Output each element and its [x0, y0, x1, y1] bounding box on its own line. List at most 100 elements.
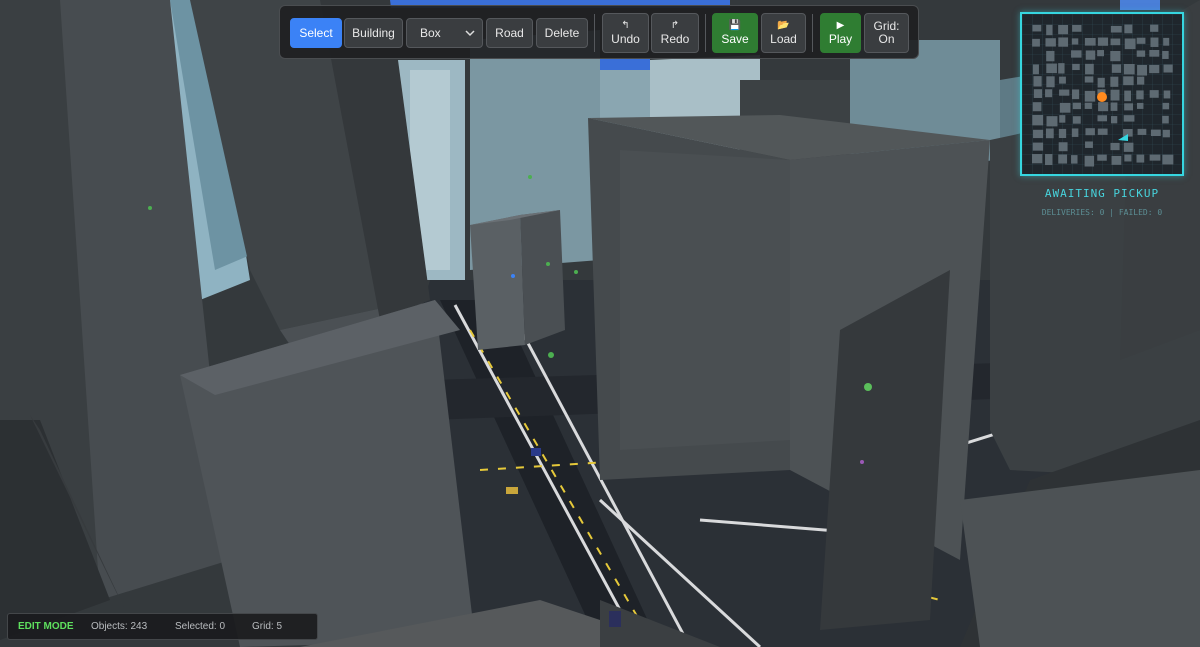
- redo-label: Redo: [660, 32, 690, 46]
- minimap-building: [1032, 102, 1042, 112]
- save-label: Save: [721, 32, 749, 46]
- play-button[interactable]: ▶ Play: [820, 13, 861, 53]
- minimap-building: [1097, 154, 1107, 161]
- floppy-disk-icon: 💾: [728, 20, 742, 31]
- minimap-building: [1085, 63, 1094, 75]
- minimap-building: [1137, 64, 1148, 76]
- minimap-building: [1163, 90, 1171, 99]
- minimap-building: [1163, 37, 1170, 46]
- minimap-building: [1084, 102, 1092, 109]
- delivery-counts: DELIVERIES: 0 | FAILED: 0: [1041, 208, 1163, 217]
- delivery-status-title: AWAITING PICKUP: [1044, 187, 1160, 200]
- minimap-building: [1110, 25, 1122, 33]
- minimap-building: [1032, 38, 1040, 47]
- minimap-building: [1046, 24, 1053, 36]
- minimap[interactable]: [1020, 12, 1184, 176]
- select-tool-button[interactable]: Select: [290, 18, 342, 48]
- minimap-building: [1110, 102, 1118, 111]
- grid-size: Grid: 5: [252, 621, 283, 632]
- minimap-building: [1110, 89, 1120, 101]
- minimap-building: [1032, 64, 1039, 75]
- minimap-building: [1046, 76, 1055, 88]
- minimap-building: [1123, 63, 1135, 75]
- minimap-building: [1111, 155, 1122, 165]
- redo-button[interactable]: ↱ Redo: [651, 13, 699, 53]
- minimap-building: [1072, 24, 1082, 32]
- minimap-building: [1136, 102, 1144, 109]
- minimap-building: [1058, 142, 1068, 152]
- selected-count: Selected: 0: [175, 621, 226, 632]
- minimap-building: [1046, 116, 1058, 127]
- minimap-building: [1059, 115, 1066, 123]
- minimap-building: [1150, 129, 1161, 137]
- pickup-marker-icon: [1097, 92, 1107, 102]
- minimap-building: [1045, 89, 1053, 98]
- minimap-building: [1071, 38, 1079, 45]
- minimap-building: [1136, 154, 1145, 163]
- minimap-building: [1162, 154, 1174, 165]
- minimap-building: [1124, 103, 1134, 111]
- minimap-building: [1123, 142, 1134, 152]
- minimap-building: [1097, 50, 1105, 57]
- minimap-building: [1045, 128, 1054, 139]
- minimap-building: [1162, 129, 1170, 138]
- editor-status-bar: EDIT MODE Objects: 243 Selected: 0 Grid:…: [7, 613, 318, 640]
- minimap-building: [1046, 50, 1055, 62]
- shape-select[interactable]: Box: [406, 18, 483, 48]
- minimap-building: [1059, 102, 1071, 113]
- minimap-building: [1136, 50, 1146, 57]
- minimap-building: [1058, 37, 1069, 47]
- minimap-building: [1071, 155, 1078, 164]
- minimap-building: [1136, 90, 1144, 100]
- minimap-building: [1058, 128, 1067, 138]
- grid-toggle-button[interactable]: Grid: On: [864, 13, 909, 53]
- minimap-building: [1045, 154, 1053, 166]
- minimap-building: [1072, 63, 1080, 71]
- minimap-building: [1033, 129, 1044, 139]
- minimap-building: [1058, 24, 1069, 35]
- minimap-building: [1098, 102, 1109, 112]
- minimap-building: [1110, 142, 1120, 151]
- toolbar-divider: [594, 14, 595, 52]
- minimap-building: [1071, 128, 1079, 137]
- minimap-building: [1072, 116, 1081, 124]
- minimap-building: [1136, 37, 1146, 44]
- road-tool-button[interactable]: Road: [486, 18, 533, 48]
- load-button[interactable]: 📂 Load: [761, 13, 806, 53]
- minimap-building: [1097, 77, 1105, 88]
- minimap-building: [1046, 63, 1057, 74]
- minimap-building: [1137, 128, 1147, 135]
- minimap-building: [1084, 37, 1096, 46]
- minimap-building: [1149, 64, 1160, 74]
- minimap-building: [1110, 76, 1119, 87]
- minimap-building: [1162, 115, 1169, 124]
- toolbar-divider: [705, 14, 706, 52]
- mode-indicator: EDIT MODE: [18, 621, 74, 632]
- minimap-building: [1032, 115, 1044, 126]
- save-button[interactable]: 💾 Save: [712, 13, 758, 53]
- minimap-building: [1124, 90, 1132, 102]
- minimap-building: [1084, 76, 1094, 83]
- minimap-building: [1058, 63, 1065, 74]
- minimap-building: [1085, 128, 1095, 136]
- undo-button[interactable]: ↰ Undo: [602, 13, 649, 53]
- undo-icon: ↰: [621, 20, 630, 31]
- toolbar-divider: [812, 14, 813, 52]
- minimap-building: [1097, 115, 1108, 122]
- minimap-building: [1032, 24, 1042, 32]
- minimap-building: [1072, 102, 1081, 110]
- minimap-building: [1111, 64, 1122, 73]
- minimap-building: [1162, 102, 1170, 110]
- minimap-building: [1149, 50, 1160, 57]
- delete-tool-button[interactable]: Delete: [536, 18, 588, 48]
- minimap-building: [1097, 128, 1108, 135]
- undo-label: Undo: [611, 32, 640, 46]
- play-label: Play: [828, 32, 853, 46]
- minimap-building: [1150, 37, 1159, 47]
- minimap-building: [1110, 38, 1121, 46]
- minimap-building: [1124, 24, 1133, 34]
- minimap-building: [1097, 37, 1109, 46]
- folder-icon: 📂: [777, 20, 790, 31]
- minimap-building: [1137, 76, 1145, 85]
- building-tool-button[interactable]: Building: [344, 18, 403, 48]
